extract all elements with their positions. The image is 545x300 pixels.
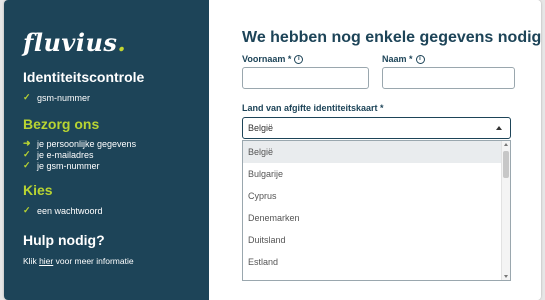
check-icon: ✓ xyxy=(23,160,31,170)
scroll-thumb[interactable] xyxy=(503,151,509,178)
step-item-email: ✓ je e-mailadres xyxy=(23,149,94,160)
firstname-input[interactable] xyxy=(242,67,369,89)
country-option[interactable]: Bulgarije xyxy=(243,163,502,185)
app-window: fluvius. Identiteitscontrole ✓ gsm-numme… xyxy=(4,0,541,300)
step-label: je e-mailadres xyxy=(37,149,94,160)
help-suffix: voor meer informatie xyxy=(53,256,134,266)
page-title: We hebben nog enkele gegevens nodig xyxy=(242,29,541,46)
info-icon[interactable]: i xyxy=(294,54,304,64)
logo-text: fluvius xyxy=(23,28,118,57)
country-option[interactable]: België xyxy=(243,141,502,163)
step-item-personal-data: ➜ je persoonlijke gegevens xyxy=(23,138,136,149)
section-title-choose: Kies xyxy=(23,182,53,198)
country-option[interactable]: Cyprus xyxy=(243,185,502,207)
step-item-gsm: ✓ gsm-nummer xyxy=(23,92,90,103)
fluvius-logo: fluvius. xyxy=(23,28,126,57)
scroll-down-icon[interactable] xyxy=(504,275,508,278)
check-icon: ✓ xyxy=(23,92,31,102)
help-link[interactable]: hier xyxy=(39,256,53,266)
section-title-identity: Identiteitscontrole xyxy=(23,69,145,85)
country-option[interactable]: Estland xyxy=(243,251,502,273)
check-icon: ✓ xyxy=(23,205,31,215)
country-option[interactable]: Duitsland xyxy=(243,229,502,251)
section-title-deliver: Bezorg ons xyxy=(23,116,100,132)
dropdown-scrollbar[interactable] xyxy=(501,141,510,280)
arrow-right-icon: ➜ xyxy=(23,138,31,148)
step-label: een wachtwoord xyxy=(37,205,103,216)
help-prefix: Klik xyxy=(23,256,40,266)
check-icon: ✓ xyxy=(23,149,31,159)
lastname-label: Naam * i xyxy=(382,54,425,64)
step-label: gsm-nummer xyxy=(37,92,91,103)
step-item-password: ✓ een wachtwoord xyxy=(23,205,103,216)
step-item-gsm-number: ✓ je gsm-nummer xyxy=(23,160,100,171)
chevron-up-icon xyxy=(496,126,502,130)
step-label: je persoonlijke gegevens xyxy=(37,138,137,149)
lastname-input[interactable] xyxy=(382,67,515,89)
firstname-label-text: Voornaam * xyxy=(242,54,292,64)
country-dropdown-list: België Bulgarije Cyprus Denemarken Duits… xyxy=(242,140,511,281)
country-select[interactable]: België xyxy=(242,117,511,139)
info-icon[interactable]: i xyxy=(415,54,425,64)
help-text: Klik hier voor meer informatie xyxy=(23,256,134,266)
country-selected-value: België xyxy=(248,123,274,133)
section-title-help: Hulp nodig? xyxy=(23,232,105,248)
logo-dot: . xyxy=(117,28,127,57)
country-option[interactable]: Denemarken xyxy=(243,207,502,229)
main-form: We hebben nog enkele gegevens nodig Voor… xyxy=(209,0,541,300)
sidebar: fluvius. Identiteitscontrole ✓ gsm-numme… xyxy=(4,0,209,300)
step-label: je gsm-nummer xyxy=(37,160,100,171)
lastname-label-text: Naam * xyxy=(382,54,413,64)
firstname-label: Voornaam * i xyxy=(242,54,304,64)
scroll-up-icon[interactable] xyxy=(504,143,508,146)
country-label: Land van afgifte identiteitskaart * xyxy=(242,103,384,113)
